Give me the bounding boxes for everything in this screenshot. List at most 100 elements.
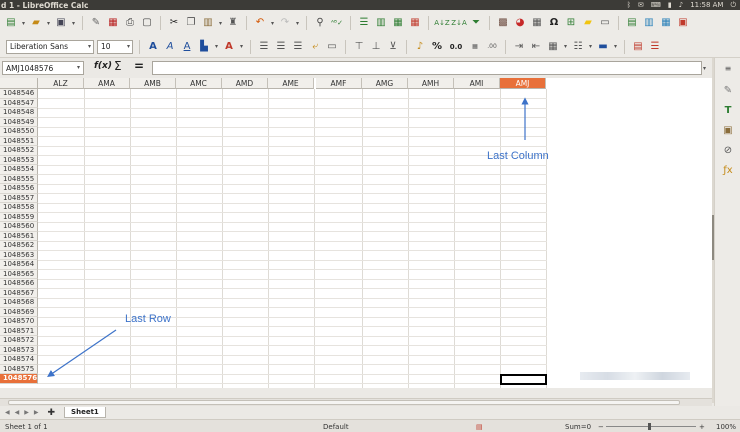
horizontal-scrollbar[interactable] [0,398,712,406]
underline-icon[interactable]: A [180,40,194,54]
row-header[interactable]: 1048567 [0,288,38,298]
function-wizard-button[interactable]: f(x) [94,61,112,71]
power-icon[interactable]: ⏻ [730,1,736,10]
font-color-icon[interactable]: A [222,40,236,54]
row-header[interactable]: 1048563 [0,250,38,260]
row-header[interactable]: 1048548 [0,108,38,118]
show-draw-icon[interactable]: ▣ [676,16,690,30]
column-header-alz[interactable]: ALZ [38,78,84,89]
expand-icon[interactable]: ▾ [703,65,706,72]
row-header[interactable]: 1048564 [0,260,38,270]
font-name-box[interactable]: Liberation Sans ▾ [6,39,94,54]
column-header-ama[interactable]: AMA [84,78,130,89]
number-format-button[interactable]: 0.0 [447,40,465,54]
bold-icon[interactable]: A [146,40,160,54]
page-style[interactable]: Default [323,423,349,431]
insert-rows-icon[interactable]: ▦ [391,16,405,30]
row-header[interactable]: 1048562 [0,241,38,251]
border-color-icon[interactable]: ▬ [596,40,610,54]
print-icon[interactable]: ⎙ [123,16,137,30]
copy-icon[interactable]: ❐ [184,16,198,30]
undo-icon[interactable]: ↶ [253,16,267,30]
merge-cells-icon[interactable]: ▭ [325,40,339,54]
add-sheet-icon[interactable]: ✚ [48,408,56,418]
spreadsheet-grid[interactable]: ALZ AMA AMB AMC AMD AME AMF AMG AMH AMI AMJ 1048546… [0,78,712,388]
pdf-icon[interactable]: ▦ [106,16,120,30]
autofilter-icon[interactable]: ⏷ [469,16,483,30]
save-icon[interactable]: ▣ [54,16,68,30]
chevron-down-icon[interactable]: ▾ [127,43,130,50]
open-icon[interactable]: ▰ [29,16,43,30]
comment-icon[interactable]: ▰ [581,16,595,30]
column-header-ame[interactable]: AME [268,78,314,89]
sidebar-menu-icon[interactable]: ≡ [721,62,735,76]
row-header[interactable]: 1048546 [0,89,38,99]
chevron-down-icon[interactable]: ▾ [239,43,244,50]
row-header[interactable]: 1048572 [0,336,38,346]
delete-rows-icon[interactable]: ▦ [408,16,422,30]
conditional-format-icon[interactable]: ▤ [631,40,645,54]
sum-button[interactable]: Σ [114,59,122,73]
print-preview-icon[interactable]: ▢ [140,16,154,30]
name-box[interactable]: AMJ1048576 ▾ [2,61,84,75]
spellcheck-icon[interactable]: ᴬᴮ✓ [330,16,344,30]
battery-icon[interactable]: ▮ [668,1,672,9]
row-header[interactable]: 1048551 [0,136,38,146]
find-icon[interactable]: ⚲ [313,16,327,30]
select-all-corner[interactable] [0,78,38,89]
header-footer-icon[interactable]: ▭ [598,16,612,30]
row-header[interactable]: 1048552 [0,146,38,156]
column-header-amf[interactable]: AMF [316,78,362,89]
row-header[interactable]: 1048566 [0,279,38,289]
column-header-amg[interactable]: AMG [362,78,408,89]
decrease-indent-icon[interactable]: ⇤ [529,40,543,54]
zoom-slider-knob[interactable] [648,423,651,430]
wrap-text-icon[interactable]: ⤶ [308,40,322,54]
background-color-icon[interactable]: ▙ [197,40,211,54]
sum-display[interactable]: Sum=0 [565,423,591,431]
row-header[interactable]: 1048568 [0,298,38,308]
first-sheet-icon[interactable]: ◀ [5,409,10,416]
row-header[interactable]: 1048574 [0,355,38,365]
column-header-amj[interactable]: AMJ [500,78,546,89]
freeze-icon[interactable]: ▥ [642,16,656,30]
align-top-icon[interactable]: ⊤ [352,40,366,54]
zoom-level[interactable]: 100% [716,423,736,431]
row-header[interactable]: 1048556 [0,184,38,194]
chevron-down-icon[interactable]: ▾ [270,20,275,27]
row-header[interactable]: 1048550 [0,127,38,137]
edit-file-icon[interactable]: ✎ [89,16,103,30]
align-center-icon[interactable]: ☰ [274,40,288,54]
pivot-icon[interactable]: ▦ [530,16,544,30]
chevron-down-icon[interactable]: ▾ [88,43,91,50]
gallery-icon[interactable]: ▣ [721,124,735,138]
chevron-down-icon[interactable]: ▾ [21,20,26,27]
percent-button[interactable]: % [430,40,444,54]
navigator-icon[interactable]: ⊘ [721,144,735,158]
zoom-slider[interactable] [606,426,696,427]
row-header[interactable]: 1048553 [0,155,38,165]
row-header[interactable]: 1048561 [0,231,38,241]
formula-input[interactable] [152,61,702,75]
currency-icon[interactable]: ♪ [413,40,427,54]
chevron-down-icon[interactable]: ▾ [588,43,593,50]
column-icon[interactable]: ▥ [374,16,388,30]
chevron-down-icon[interactable]: ▾ [214,43,219,50]
chevron-down-icon[interactable]: ▾ [295,20,300,27]
sort-desc-icon[interactable]: Z↓A [451,16,466,30]
row-header[interactable]: 1048560 [0,222,38,232]
align-right-icon[interactable]: ☰ [291,40,305,54]
clock[interactable]: 11:58 AM [690,1,723,9]
borders-icon[interactable]: ▦ [546,40,560,54]
last-sheet-icon[interactable]: ▶ [34,409,39,416]
increase-indent-icon[interactable]: ⇥ [512,40,526,54]
chart-icon[interactable]: ◕ [513,16,527,30]
row-header[interactable]: 1048559 [0,212,38,222]
row-header[interactable]: 1048549 [0,117,38,127]
sort-asc-icon[interactable]: A↓Z [434,16,449,30]
row-header[interactable]: 1048571 [0,326,38,336]
chevron-down-icon[interactable]: ▾ [71,20,76,27]
next-sheet-icon[interactable]: ▶ [24,409,29,416]
horizontal-scroll-thumb[interactable] [8,400,680,405]
row-header[interactable]: 1048547 [0,98,38,108]
